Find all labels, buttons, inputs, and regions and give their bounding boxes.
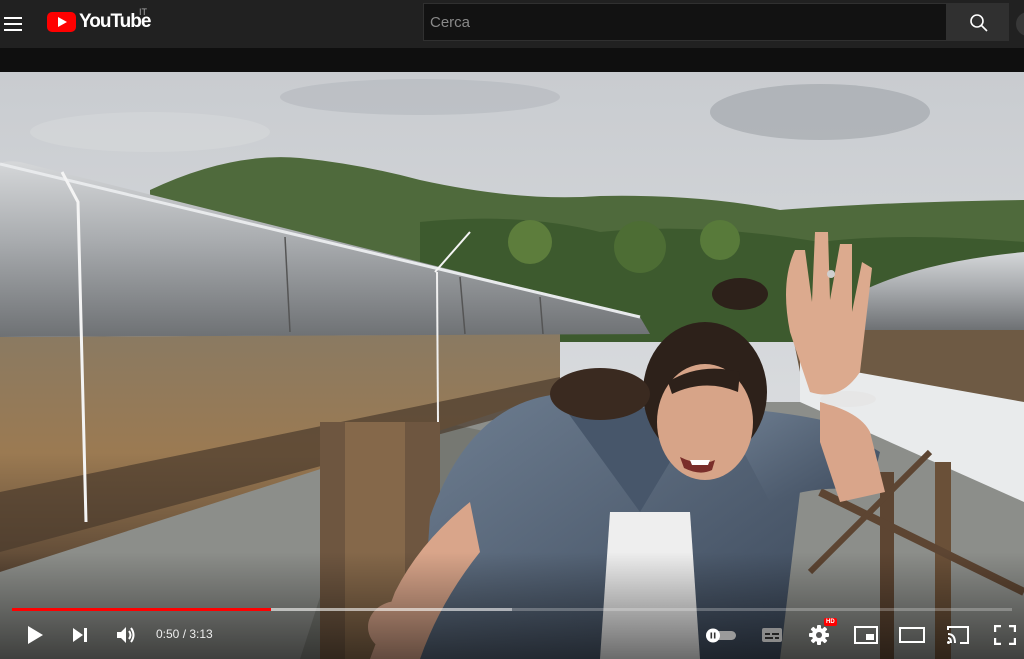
youtube-logo[interactable]: YouTube [47,11,151,33]
search-input[interactable] [423,3,947,41]
play-button[interactable] [22,620,48,650]
fullscreen-button[interactable] [990,620,1020,650]
avatar[interactable] [1016,12,1024,36]
time-display: 0:50 / 3:13 [156,627,213,641]
cast-button[interactable] [943,620,973,650]
theater-mode-button[interactable] [897,620,927,650]
search-icon [970,14,988,32]
hd-badge: HD [824,618,837,626]
next-icon [73,628,87,642]
time-current: 0:50 [156,627,180,641]
progress-played [12,608,271,611]
menu-icon[interactable] [2,12,26,36]
time-duration: 3:13 [189,627,213,641]
play-icon [28,626,43,644]
volume-button[interactable] [112,620,140,650]
video-player[interactable]: 0:50 / 3:13 HD [0,72,1024,659]
autoplay-toggle-icon [706,628,736,643]
cast-icon [947,626,969,644]
youtube-play-logo-icon [47,12,76,32]
masthead: YouTube IT [0,0,1024,48]
miniplayer-icon [854,626,878,644]
autoplay-toggle[interactable] [703,620,739,650]
country-code: IT [139,7,147,17]
time-separator: / [179,627,190,641]
theater-mode-icon [899,627,925,643]
settings-icon [809,625,829,645]
subtitles-icon [762,628,782,642]
progress-bar[interactable] [12,608,1012,611]
search-button[interactable] [947,3,1009,41]
subtitles-button[interactable] [758,620,786,650]
miniplayer-button[interactable] [851,620,881,650]
volume-icon [117,627,135,643]
fullscreen-icon [994,625,1016,645]
next-button[interactable] [66,620,94,650]
